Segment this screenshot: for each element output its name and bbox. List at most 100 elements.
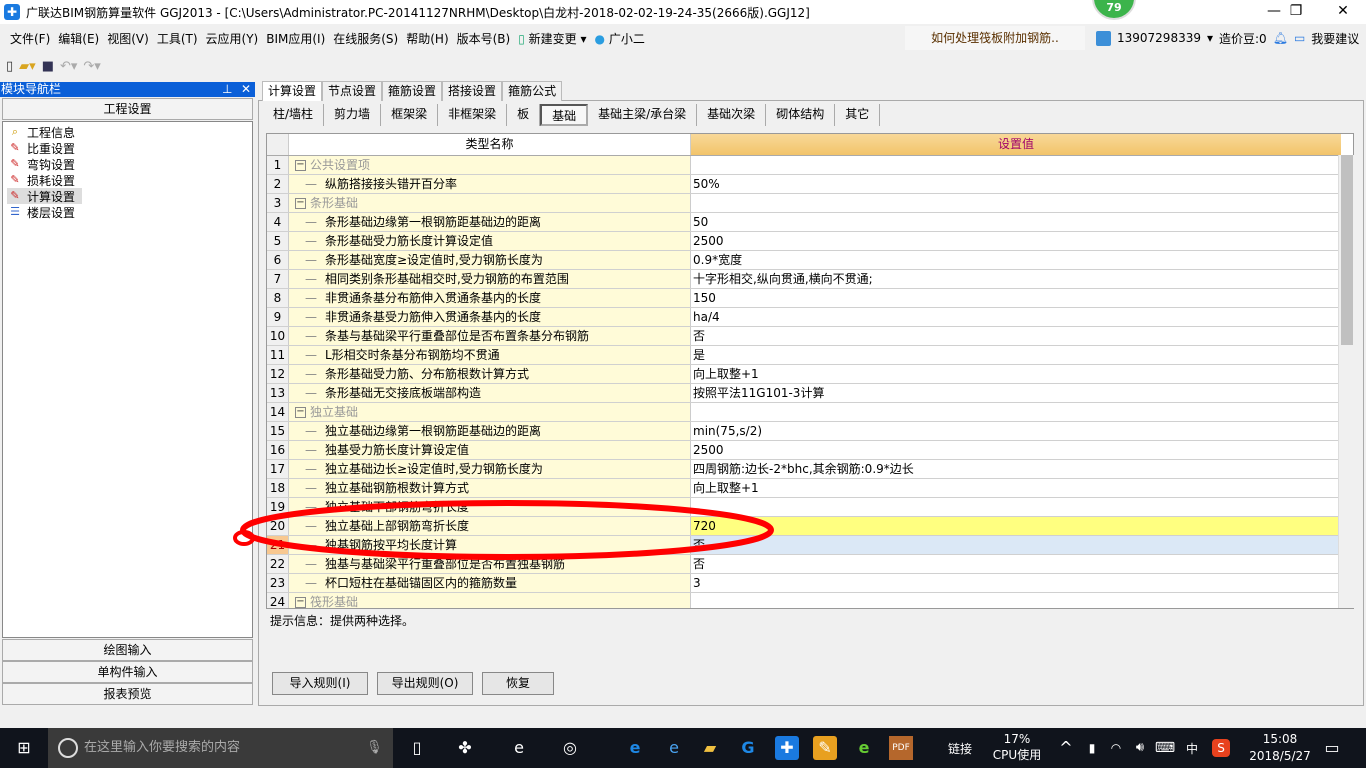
glodon-g-icon[interactable]: G (736, 736, 760, 760)
wifi-icon[interactable]: ◠ (1104, 736, 1128, 760)
table-row[interactable]: 11 — L形相交时条基分布钢筋均不贯通 是 (267, 346, 1353, 365)
table-row[interactable]: 3− 条形基础 (267, 194, 1353, 213)
ggj-app-icon[interactable]: ✚ (775, 736, 799, 760)
menu-help[interactable]: 帮助(H) (402, 30, 452, 47)
setting-value-cell[interactable]: 十字形相交,纵向贯通,横向不贯通; (691, 270, 1339, 288)
assistant-button[interactable]: ● 广小二 (591, 30, 649, 47)
table-row[interactable]: 2 — 纵筋搭接接头错开百分率 50% (267, 175, 1353, 194)
table-row[interactable]: 14− 独立基础 (267, 403, 1353, 422)
tab-lap-settings[interactable]: 搭接设置 (442, 81, 503, 101)
restore-button[interactable]: ❐ (1273, 0, 1319, 24)
export-rules-button[interactable]: 导出规则(O) (377, 672, 473, 695)
table-row[interactable]: 10 — 条基与基础梁平行重叠部位是否布置条基分布钢筋 否 (267, 327, 1353, 346)
chevron-down-icon[interactable]: ▾ (1207, 31, 1213, 45)
task-view-icon[interactable]: ▯ (405, 736, 429, 760)
app-notify-icon[interactable]: ◎ (558, 736, 582, 760)
undo-icon[interactable]: ↶▾ (60, 59, 77, 74)
tab-stirrup-formula[interactable]: 箍筋公式 (502, 81, 563, 101)
link-label[interactable]: 链接 (948, 740, 972, 757)
table-row[interactable]: 23 — 杯口短柱在基础锚固区内的箍筋数量 3 (267, 574, 1353, 593)
setting-value-cell[interactable]: 150 (691, 289, 1339, 307)
subtab-5[interactable]: 基础 (540, 104, 589, 126)
nav-item-calc[interactable]: ✎ 计算设置 (7, 188, 82, 204)
subtab-2[interactable]: 框架梁 (381, 104, 439, 126)
setting-value-cell[interactable]: 四周钢筋:边长-2*bhc,其余钢筋:0.9*边长 (691, 460, 1339, 478)
grid-scrollbar[interactable] (1338, 155, 1354, 608)
setting-value-cell[interactable]: 3 (691, 574, 1339, 592)
table-row[interactable]: 9 — 非贯通条基受力筋伸入贯通条基内的长度 ha/4 (267, 308, 1353, 327)
restore-button[interactable]: 恢复 (482, 672, 554, 695)
close-button[interactable]: ✕ (1320, 0, 1366, 24)
setting-value-cell[interactable]: 否 (691, 327, 1339, 345)
setting-value-cell[interactable]: 720 (691, 517, 1339, 535)
close-icon[interactable]: ✕ (241, 82, 251, 97)
menu-edit[interactable]: 编辑(E) (54, 30, 103, 47)
table-row[interactable]: 1− 公共设置项 (267, 156, 1353, 175)
ime-indicator[interactable]: 中 (1186, 740, 1198, 757)
subtab-4[interactable]: 板 (507, 104, 541, 126)
setting-value-cell[interactable] (691, 403, 1339, 421)
green-app-icon[interactable]: e (852, 736, 876, 760)
new-change-button[interactable]: ▯ 新建变更 ▾ (514, 30, 590, 47)
setting-value-cell[interactable]: min(75,s/2) (691, 422, 1339, 440)
table-row[interactable]: 16 — 独基受力筋长度计算设定值 2500 (267, 441, 1353, 460)
collapse-icon[interactable]: − (295, 160, 306, 171)
pin-icon[interactable]: ⊥ (222, 82, 232, 97)
ie-old-icon[interactable]: e (507, 736, 531, 760)
redo-icon[interactable]: ↷▾ (83, 59, 100, 74)
menu-bim[interactable]: BIM应用(I) (262, 30, 329, 47)
suggest-link[interactable]: 我要建议 (1311, 30, 1359, 47)
collapse-icon[interactable]: − (295, 597, 306, 608)
setting-value-cell[interactable]: 否 (691, 555, 1339, 573)
table-row[interactable]: 4 — 条形基础边缘第一根钢筋距基础边的距离 50 (267, 213, 1353, 232)
nav-item-floor[interactable]: ☰ 楼层设置 (7, 204, 248, 220)
setting-value-cell[interactable]: 0.9*宽度 (691, 251, 1339, 269)
pdf-app-icon[interactable]: PDF (889, 736, 913, 760)
setting-value-cell[interactable] (691, 498, 1339, 516)
clock[interactable]: 15:08 2018/5/27 (1240, 731, 1320, 765)
table-row[interactable]: 13 — 条形基础无交接底板端部构造 按照平法11G101-3计算 (267, 384, 1353, 403)
user-account[interactable]: 13907298339 (1117, 31, 1201, 45)
nav-item-hook[interactable]: ✎ 弯钩设置 (7, 156, 248, 172)
subtab-7[interactable]: 基础次梁 (697, 104, 767, 126)
collapse-icon[interactable]: − (295, 407, 306, 418)
table-row[interactable]: 15 — 独立基础边缘第一根钢筋距基础边的距离 min(75,s/2) (267, 422, 1353, 441)
subtab-8[interactable]: 砌体结构 (766, 104, 836, 126)
table-row[interactable]: 7 — 相同类别条形基础相交时,受力钢筋的布置范围 十字形相交,纵向贯通,横向不贯通; (267, 270, 1353, 289)
windows-start-icon[interactable]: ⊞ (12, 736, 36, 760)
volume-icon[interactable]: 🔊︎ (1128, 736, 1152, 760)
microphone-icon[interactable]: 🎙︎ (366, 728, 383, 768)
notification-icon[interactable]: ▭ (1320, 736, 1344, 760)
table-row[interactable]: 5 — 条形基础受力筋长度计算设定值 2500 (267, 232, 1353, 251)
menu-file[interactable]: 文件(F) (6, 30, 54, 47)
scrollbar-thumb[interactable] (1341, 155, 1353, 345)
open-folder-icon[interactable]: ▰▾ (19, 59, 36, 74)
subtab-3[interactable]: 非框架梁 (438, 104, 508, 126)
nav-item-weight[interactable]: ✎ 比重设置 (7, 140, 248, 156)
taskbar-search[interactable]: 在这里输入你要搜索的内容 🎙︎ (48, 728, 393, 768)
setting-value-cell[interactable] (691, 593, 1339, 608)
setting-value-cell[interactable]: 2500 (691, 441, 1339, 459)
tab-stirrup-settings[interactable]: 箍筋设置 (382, 81, 443, 101)
setting-value-cell[interactable]: 否 (691, 536, 1339, 554)
edge-icon[interactable]: e (623, 736, 647, 760)
table-row[interactable]: 12 — 条形基础受力筋、分布筋根数计算方式 向上取整+1 (267, 365, 1353, 384)
nav-item-project-info[interactable]: ⌕ 工程信息 (7, 124, 248, 140)
keyboard-icon[interactable]: ⌨ (1153, 736, 1177, 760)
setting-value-cell[interactable]: ha/4 (691, 308, 1339, 326)
setting-value-cell[interactable]: 向上取整+1 (691, 479, 1339, 497)
subtab-6[interactable]: 基础主梁/承台梁 (588, 104, 698, 126)
ie-icon[interactable]: e (662, 736, 686, 760)
setting-value-cell[interactable]: 向上取整+1 (691, 365, 1339, 383)
nav-section-project-settings[interactable]: 工程设置 (2, 98, 253, 120)
table-row[interactable]: 17 — 独立基础边长≥设定值时,受力钢筋长度为 四周钢筋:边长-2*bhc,其余钢筋… (267, 460, 1353, 479)
setting-value-cell[interactable] (691, 156, 1339, 174)
nav-report-preview[interactable]: 报表预览 (2, 683, 253, 705)
menu-cloud[interactable]: 云应用(Y) (202, 30, 263, 47)
new-file-icon[interactable]: ▯ (6, 59, 13, 74)
battery-icon[interactable]: ▮ (1080, 736, 1104, 760)
setting-value-cell[interactable]: 50 (691, 213, 1339, 231)
tab-calc-settings[interactable]: 计算设置 (262, 81, 323, 101)
collapse-icon[interactable]: − (295, 198, 306, 209)
table-row[interactable]: 24− 筏形基础 (267, 593, 1353, 608)
